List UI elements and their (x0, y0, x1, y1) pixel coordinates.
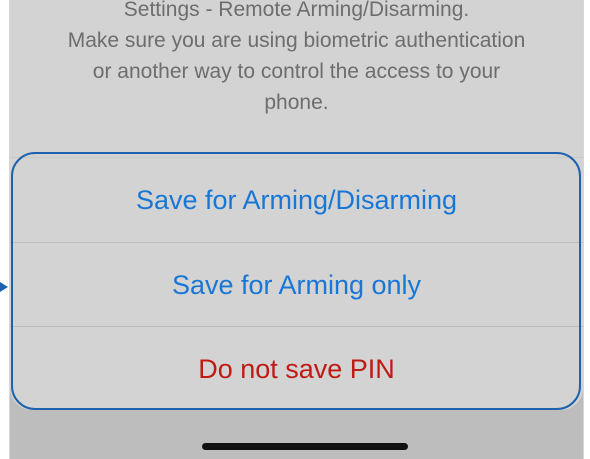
save-for-arming-disarming-button[interactable]: Save for Arming/Disarming (10, 158, 583, 242)
alert-message-panel: Settings - Remote Arming/Disarming. Make… (10, 0, 583, 158)
phone-screenshot: Settings - Remote Arming/Disarming. Make… (0, 0, 590, 459)
save-for-arming-only-button[interactable]: Save for Arming only (10, 242, 583, 326)
message-line-2: Make sure you are using biometric authen… (67, 29, 526, 52)
home-indicator[interactable] (202, 443, 408, 450)
action-sheet-screen: Settings - Remote Arming/Disarming. Make… (9, 0, 584, 459)
message-line-4: phone. (264, 91, 329, 114)
action-sheet-options: Save for Arming/Disarming Save for Armin… (10, 158, 583, 410)
message-line-3: or another way to control the access to … (92, 60, 501, 83)
pointer-arrow-icon (0, 282, 8, 292)
alert-message: Settings - Remote Arming/Disarming. Make… (42, 0, 551, 118)
do-not-save-pin-button[interactable]: Do not save PIN (10, 326, 583, 410)
message-line-1: Settings - Remote Arming/Disarming. (123, 0, 470, 21)
